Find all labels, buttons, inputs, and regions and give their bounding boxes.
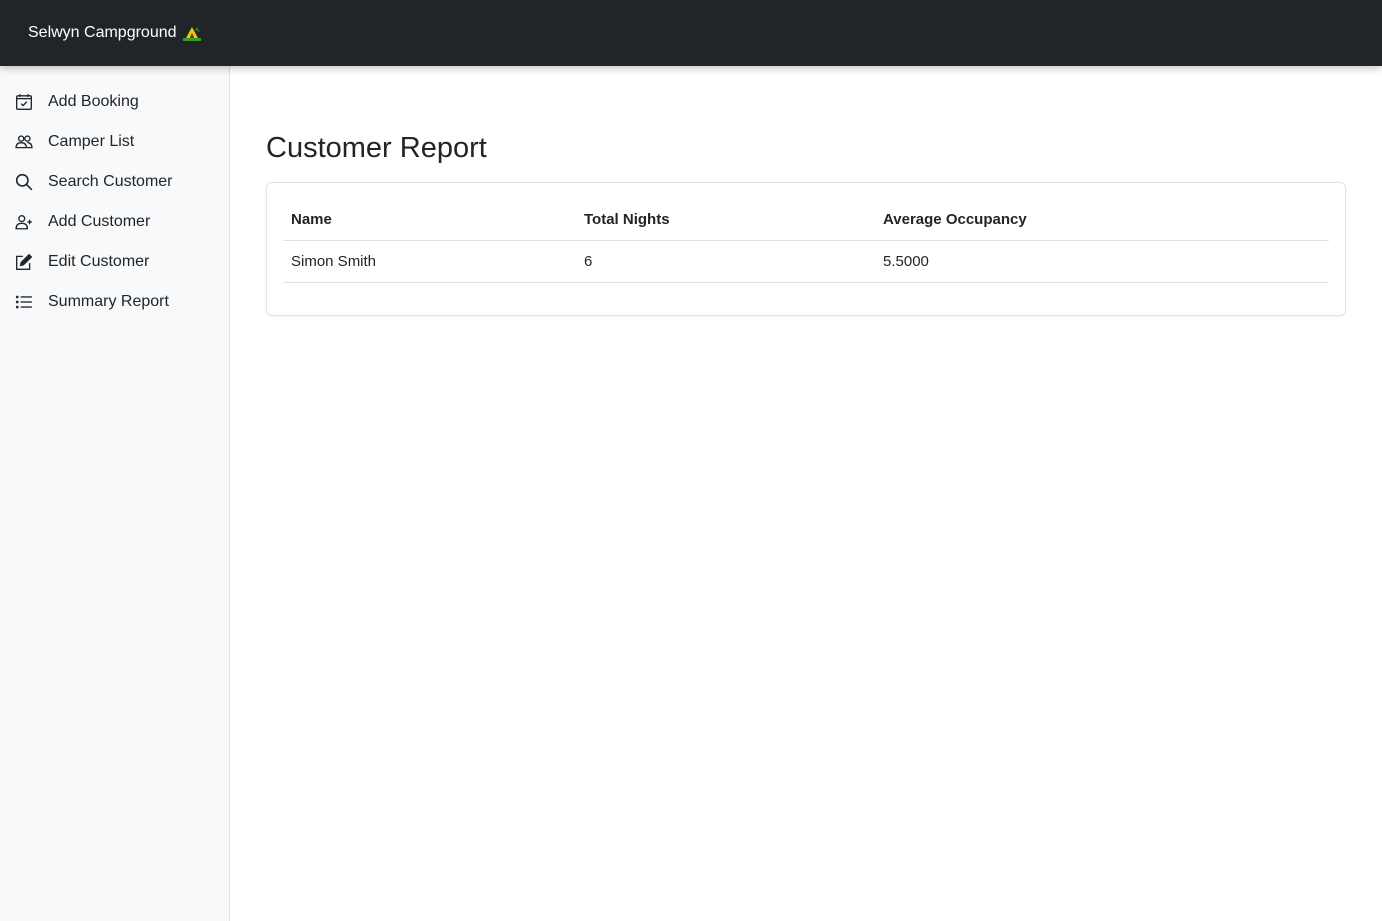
column-header-average-occupancy: Average Occupancy — [875, 199, 1329, 241]
column-header-name: Name — [283, 199, 576, 241]
calendar-check-icon — [15, 93, 33, 111]
sidebar-item-label: Camper List — [48, 133, 135, 150]
sidebar-item-label: Search Customer — [48, 173, 173, 190]
people-icon — [15, 133, 33, 151]
sidebar-item-add-customer[interactable]: Add Customer — [0, 202, 229, 242]
brand-name: Selwyn Campground — [28, 24, 177, 41]
page-title: Customer Report — [266, 132, 487, 164]
column-header-total-nights: Total Nights — [576, 199, 875, 241]
brand-link[interactable]: Selwyn Campground — [28, 24, 201, 42]
sidebar-item-label: Summary Report — [48, 293, 169, 310]
sidebar-item-add-booking[interactable]: Add Booking — [0, 82, 229, 122]
sidebar-item-camper-list[interactable]: Camper List — [0, 122, 229, 162]
sidebar-item-label: Add Customer — [48, 213, 151, 230]
pencil-square-icon — [15, 253, 33, 271]
list-icon — [15, 293, 33, 311]
camping-tent-icon — [182, 24, 201, 42]
top-navbar: Selwyn Campground — [0, 0, 1382, 66]
cell-total-nights: 6 — [576, 240, 875, 283]
sidebar-item-edit-customer[interactable]: Edit Customer — [0, 242, 229, 282]
main-content: Customer Report Name Total Nights Averag… — [231, 66, 1382, 921]
cell-average-occupancy: 5.5000 — [875, 240, 1329, 283]
person-add-icon — [15, 213, 33, 231]
table-row: Simon Smith 6 5.5000 — [283, 240, 1329, 283]
table-header-row: Name Total Nights Average Occupancy — [283, 199, 1329, 241]
sidebar-item-search-customer[interactable]: Search Customer — [0, 162, 229, 202]
cell-name: Simon Smith — [283, 240, 576, 283]
sidebar-item-label: Edit Customer — [48, 253, 150, 270]
sidebar-item-summary-report[interactable]: Summary Report — [0, 282, 229, 322]
report-card: Name Total Nights Average Occupancy Simo… — [266, 182, 1346, 316]
search-icon — [15, 173, 33, 191]
sidebar: Add Booking Camper List Search Customer — [0, 66, 230, 921]
customer-report-table: Name Total Nights Average Occupancy Simo… — [283, 199, 1329, 283]
sidebar-item-label: Add Booking — [48, 93, 139, 110]
